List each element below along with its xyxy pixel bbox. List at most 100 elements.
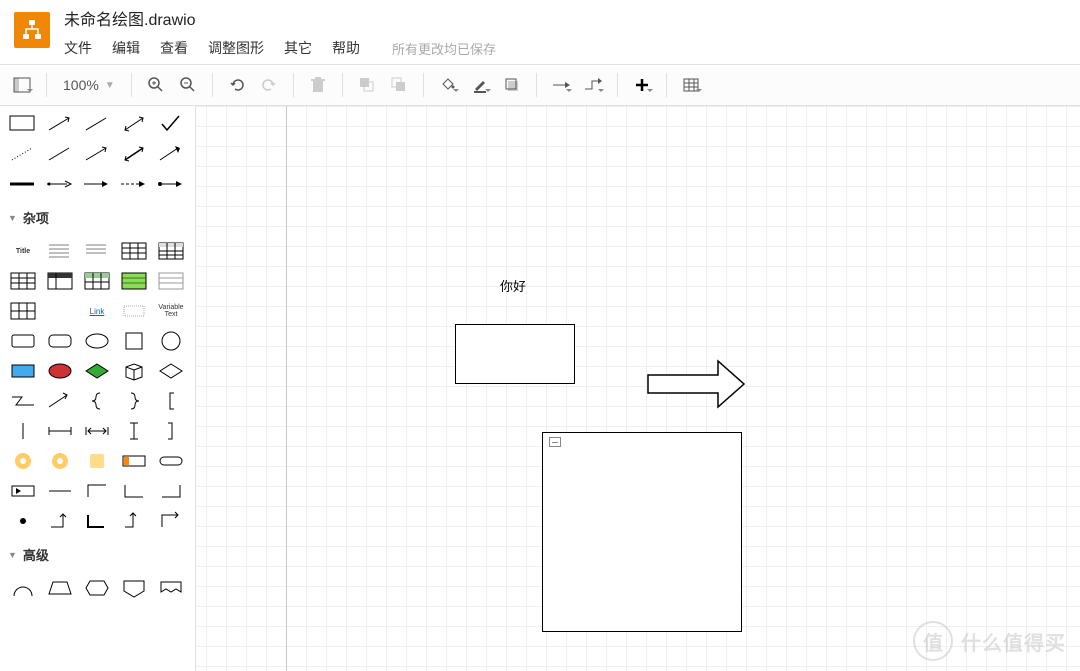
shape-list2[interactable] (80, 237, 114, 265)
shape-table-dark[interactable] (43, 267, 77, 295)
connection-button[interactable] (547, 71, 575, 99)
shape-link[interactable]: Link (80, 297, 114, 325)
shape-brace-left[interactable] (80, 387, 114, 415)
shape-arrow-fancy1[interactable] (43, 170, 77, 198)
shape-bidir-arrow-diag[interactable] (117, 110, 151, 138)
shape-arrow-diag3[interactable] (154, 140, 188, 168)
shape-table-a[interactable] (6, 267, 40, 295)
shape-zigzag[interactable] (6, 387, 40, 415)
app-logo[interactable] (14, 12, 50, 48)
shape-dim-v[interactable] (117, 417, 151, 445)
to-back-button[interactable] (385, 71, 413, 99)
shape-gear-orange[interactable] (80, 447, 114, 475)
shape-ellipse-red[interactable] (43, 357, 77, 385)
collapse-handle-icon[interactable] (549, 437, 561, 447)
shape-bracket-right[interactable] (154, 417, 188, 445)
zoom-in-button[interactable] (142, 71, 170, 99)
shape-octagon[interactable] (80, 574, 114, 602)
shape-elbow-right[interactable] (154, 507, 188, 535)
shape-dashed-box[interactable] (117, 297, 151, 325)
shadow-button[interactable] (498, 71, 526, 99)
shape-ellipse[interactable] (80, 327, 114, 355)
shape-dim-h[interactable] (43, 417, 77, 445)
shape-vartext[interactable]: Variable Text (154, 297, 188, 325)
insert-button[interactable] (628, 71, 656, 99)
undo-button[interactable] (223, 71, 251, 99)
canvas-arrow[interactable] (646, 359, 746, 414)
section-misc-header[interactable]: ▼ 杂项 (0, 202, 195, 233)
shape-arrow-dot[interactable] (154, 170, 188, 198)
redo-button[interactable] (255, 71, 283, 99)
document-title[interactable]: 未命名绘图.drawio (64, 6, 496, 30)
shape-trapezoid[interactable] (43, 574, 77, 602)
to-front-button[interactable] (353, 71, 381, 99)
shape-gear-gold2[interactable] (43, 447, 77, 475)
shape-cube[interactable] (117, 357, 151, 385)
shape-table-b[interactable] (80, 267, 114, 295)
shape-diamond-green[interactable] (80, 357, 114, 385)
shape-corner-tl[interactable] (80, 477, 114, 505)
shape-play-box[interactable] (6, 477, 40, 505)
menu-help[interactable]: 帮助 (332, 38, 360, 58)
shape-table3x3[interactable] (117, 237, 151, 265)
menu-other[interactable]: 其它 (284, 38, 312, 58)
shape-table-header[interactable] (154, 237, 188, 265)
shape-blank1[interactable] (43, 297, 77, 325)
shape-table-outline[interactable] (154, 267, 188, 295)
shape-arrow-up-elbow[interactable] (43, 507, 77, 535)
table-button[interactable] (677, 71, 705, 99)
menu-view[interactable]: 查看 (160, 38, 188, 58)
shape-arrow-h[interactable] (80, 170, 114, 198)
shape-arrow-diag2[interactable] (80, 140, 114, 168)
section-advanced-header[interactable]: ▼ 高级 (0, 539, 195, 570)
zoom-out-button[interactable] (174, 71, 202, 99)
shape-roundrect[interactable] (6, 327, 40, 355)
shape-title[interactable]: Title (6, 237, 40, 265)
shape-banner[interactable] (154, 574, 188, 602)
shape-arrow-line[interactable] (43, 110, 77, 138)
sidebar-toggle-button[interactable] (8, 71, 36, 99)
canvas-rectangle-small[interactable] (455, 324, 575, 384)
shape-l-shape[interactable] (80, 507, 114, 535)
shape-corner-tr[interactable] (154, 477, 188, 505)
shape-gear-gold[interactable] (6, 447, 40, 475)
zoom-dropdown[interactable]: 100% ▼ (57, 77, 121, 93)
menu-edit[interactable]: 编辑 (112, 38, 140, 58)
shape-pentagon-down[interactable] (117, 574, 151, 602)
shape-line-diag2[interactable] (43, 140, 77, 168)
shape-vline[interactable] (6, 417, 40, 445)
shape-checkmark[interactable] (154, 110, 188, 138)
waypoints-button[interactable] (579, 71, 607, 99)
shape-grid-2x3[interactable] (6, 297, 40, 325)
menu-adjust-shapes[interactable]: 调整图形 (208, 38, 264, 58)
shape-diamond-outline[interactable] (154, 357, 188, 385)
canvas-rectangle-large[interactable] (542, 432, 742, 632)
shape-brace-right[interactable] (117, 387, 151, 415)
shape-bracket-left[interactable] (154, 387, 188, 415)
shape-dim-h2[interactable] (80, 417, 114, 445)
fill-color-button[interactable] (434, 71, 462, 99)
shape-hatch-blue[interactable] (6, 357, 40, 385)
shape-circle[interactable] (154, 327, 188, 355)
shape-square[interactable] (117, 327, 151, 355)
shape-zigzag-arrow[interactable] (43, 387, 77, 415)
shape-thick-line[interactable] (6, 170, 40, 198)
shape-line-diag[interactable] (80, 110, 114, 138)
shape-bidir-diag2[interactable] (117, 140, 151, 168)
menu-file[interactable]: 文件 (64, 38, 92, 58)
shape-corner-br[interactable] (117, 477, 151, 505)
shape-dot[interactable] (6, 507, 40, 535)
shape-elbow-up[interactable] (117, 507, 151, 535)
shape-list1[interactable] (43, 237, 77, 265)
shape-roundrect2[interactable] (43, 327, 77, 355)
shape-pill[interactable] (154, 447, 188, 475)
canvas[interactable]: 你好 值 什么值得买 (196, 106, 1080, 671)
shape-arrow-dashed[interactable] (117, 170, 151, 198)
shape-rect-outline[interactable] (6, 110, 40, 138)
canvas-text-nihao[interactable]: 你好 (500, 276, 526, 295)
delete-button[interactable] (304, 71, 332, 99)
shape-halfcircle[interactable] (6, 574, 40, 602)
shape-table-green[interactable] (117, 267, 151, 295)
line-color-button[interactable] (466, 71, 494, 99)
shape-label-box[interactable] (117, 447, 151, 475)
